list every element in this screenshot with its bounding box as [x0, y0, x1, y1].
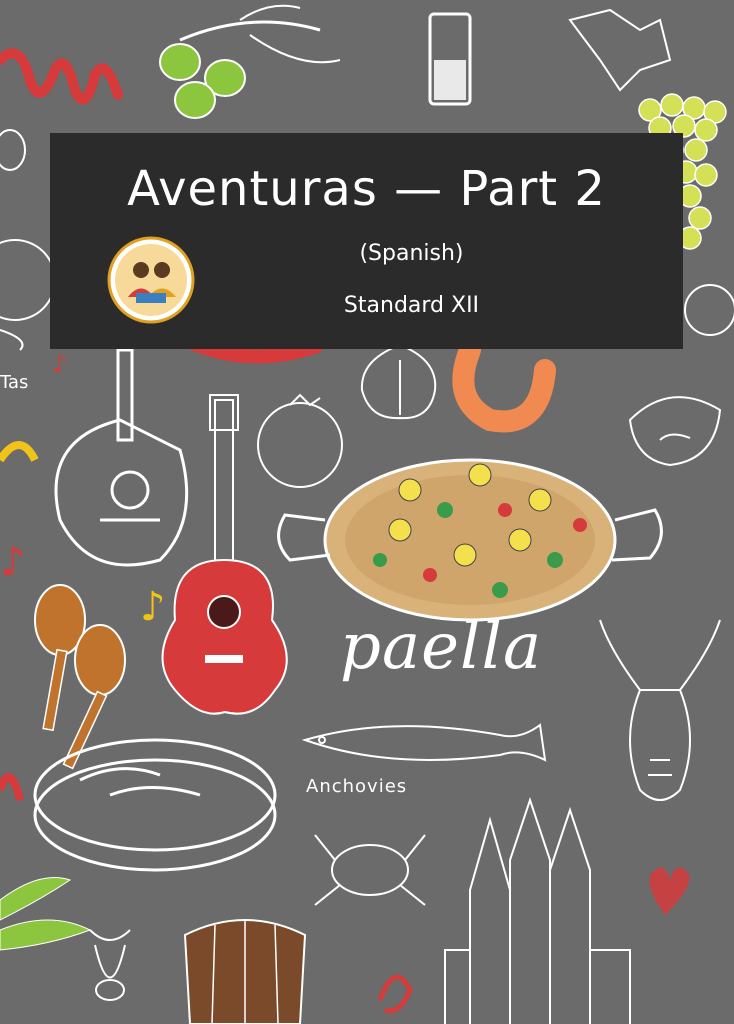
music-note-icon: ♪: [0, 539, 26, 585]
paella-label: paella: [340, 610, 543, 684]
book-subtitle: (Spanish): [359, 241, 464, 266]
title-panel: Aventuras — Part 2 (Spanish) Standard XI…: [50, 133, 683, 349]
anchovies-label: Anchovies: [306, 776, 408, 797]
music-note-icon: ♪: [140, 584, 166, 630]
barrel-icon: [183, 919, 307, 1024]
book-standard: Standard XII: [343, 293, 480, 318]
partial-text-tapas: Tas: [0, 372, 28, 393]
book-title: Aventuras — Part 2: [127, 161, 606, 217]
music-note-icon: ♪: [52, 350, 67, 378]
